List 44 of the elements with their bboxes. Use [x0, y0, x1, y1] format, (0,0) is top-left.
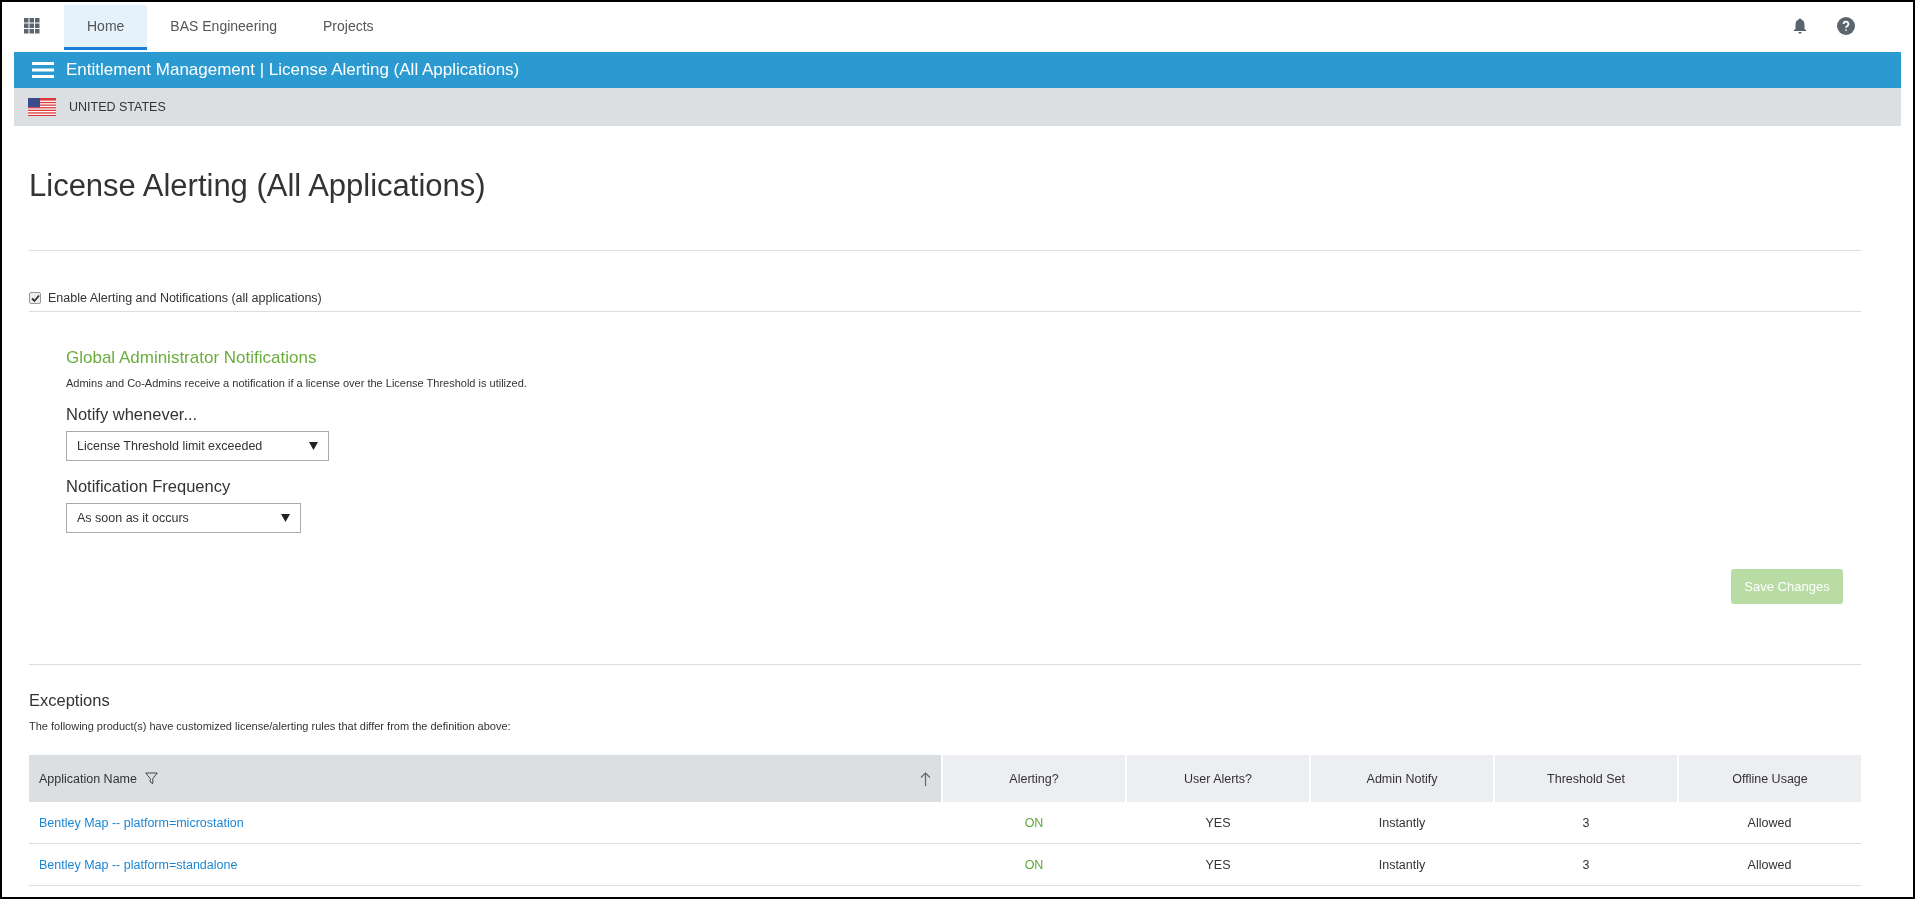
- nav-tab[interactable]: Projects: [300, 5, 397, 50]
- column-header: Admin Notify: [1310, 755, 1494, 802]
- dropdown-caret-icon: [309, 442, 318, 450]
- table-cell: YES: [1126, 802, 1310, 844]
- help-icon[interactable]: [1837, 17, 1855, 35]
- column-header: Threshold Set: [1494, 755, 1678, 802]
- dropdown[interactable]: License Threshold limit exceeded: [66, 431, 329, 461]
- table-cell: 3: [1494, 843, 1678, 886]
- table-cell: Allowed: [1678, 843, 1861, 886]
- column-header: Offline Usage: [1678, 755, 1861, 802]
- exceptions-description: The following product(s) have customized license/alerting rules that differ from the definition above:: [29, 720, 512, 732]
- column-header: User Alerts?: [1126, 755, 1310, 802]
- table-cell: Instantly: [1310, 843, 1494, 886]
- nav-tab[interactable]: Home: [64, 5, 148, 50]
- sort-ascending-icon[interactable]: [920, 771, 931, 786]
- app-grid-icon[interactable]: [24, 18, 40, 34]
- page-title: License Alerting (All Applications): [29, 170, 487, 201]
- column-header[interactable]: Application Name: [29, 755, 942, 802]
- table-cell: YES: [1126, 843, 1310, 886]
- application-link[interactable]: Bentley Map -- platform=microstation: [39, 815, 244, 830]
- header-title: Entitlement Management | License Alerting (All Applications): [66, 60, 520, 80]
- menu-icon[interactable]: [32, 62, 54, 78]
- notification-bell-icon[interactable]: [1793, 18, 1807, 34]
- filter-icon[interactable]: [144, 772, 158, 785]
- column-header: Alerting?: [942, 755, 1126, 802]
- checkbox[interactable]: [29, 292, 41, 304]
- table-cell: Allowed: [1678, 802, 1861, 844]
- checkbox-label: Enable Alerting and Notifications (all applications): [48, 291, 322, 305]
- table-cell: ON: [942, 802, 1126, 844]
- field-label: Notification Frequency: [66, 477, 232, 496]
- section-heading: Global Administrator Notifications: [66, 348, 318, 368]
- us-flag-icon: [28, 98, 56, 116]
- exceptions-heading: Exceptions: [29, 691, 111, 710]
- nav-tab[interactable]: BAS Engineering: [147, 5, 300, 50]
- table-cell: Instantly: [1310, 802, 1494, 844]
- column-title: Application Name: [39, 771, 137, 786]
- section-description: Admins and Co-Admins receive a notification if a license over the License Threshold is utilized.: [66, 377, 528, 389]
- dropdown-caret-icon: [281, 514, 290, 522]
- table-cell: 3: [1494, 802, 1678, 844]
- region-label: UNITED STATES: [69, 100, 166, 114]
- field-label: Notify whenever...: [66, 405, 199, 424]
- dropdown[interactable]: As soon as it occurs: [66, 503, 301, 533]
- table-cell: ON: [942, 843, 1126, 886]
- application-link[interactable]: Bentley Map -- platform=standalone: [39, 857, 238, 872]
